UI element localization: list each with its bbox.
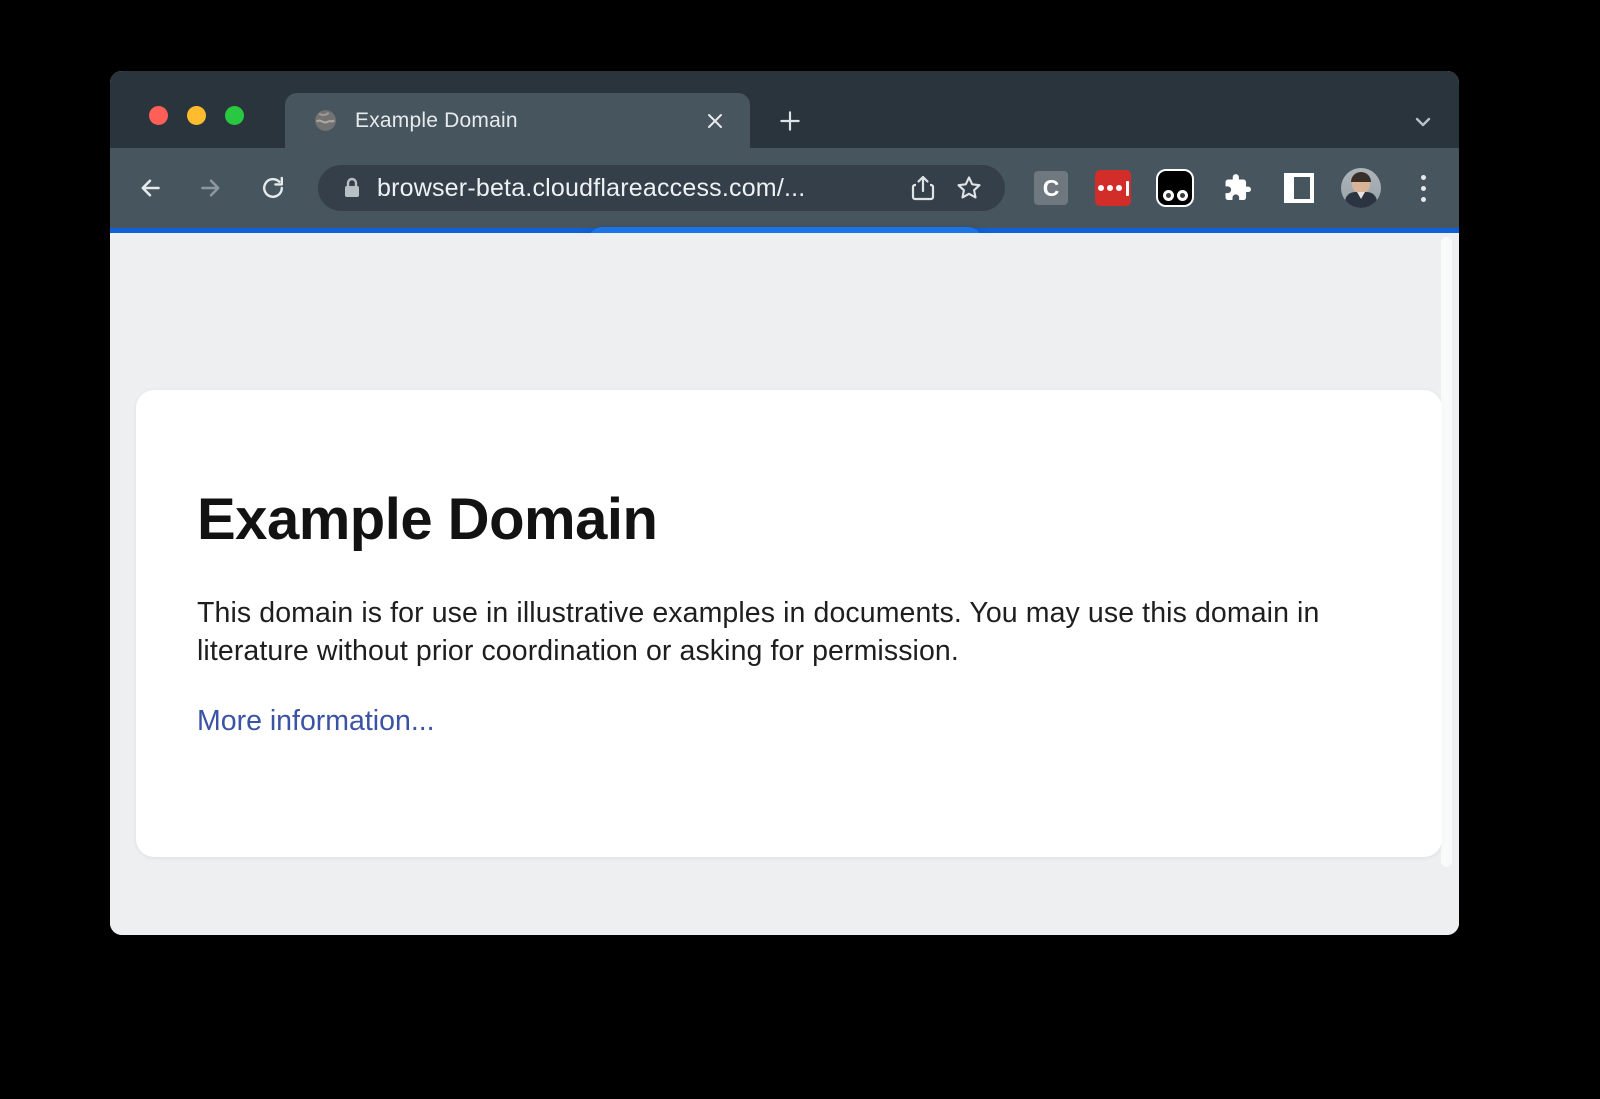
lastpass-extension-icon[interactable] [1093, 166, 1133, 210]
globe-favicon-icon [313, 108, 338, 133]
active-tab[interactable]: Example Domain [285, 93, 750, 148]
three-dot-menu-icon[interactable] [1403, 166, 1443, 210]
example-domain-card: Example Domain This domain is for use in… [136, 390, 1442, 857]
reload-button[interactable] [253, 168, 293, 208]
profile-avatar[interactable] [1341, 166, 1381, 210]
page-viewport: Example Domain This domain is for use in… [110, 233, 1459, 935]
browser-window: Example Domain [110, 71, 1459, 935]
zoom-window-button[interactable] [225, 106, 244, 125]
browser-toolbar: browser-beta.cloudflareaccess.com/... C [110, 148, 1459, 228]
tab-close-icon[interactable] [700, 106, 730, 136]
tab-strip: Example Domain [110, 71, 1459, 148]
page-paragraph: This domain is for use in illustrative e… [197, 594, 1347, 670]
side-panel-icon[interactable] [1279, 166, 1319, 210]
lock-icon[interactable] [342, 176, 362, 200]
desktop-background: Example Domain [0, 0, 1600, 1099]
back-button[interactable] [130, 168, 170, 208]
page-heading: Example Domain [197, 486, 1372, 553]
minimize-window-button[interactable] [187, 106, 206, 125]
address-bar[interactable]: browser-beta.cloudflareaccess.com/... [318, 165, 1005, 211]
glasses-extension-icon[interactable] [1155, 166, 1195, 210]
extension-c-icon[interactable]: C [1031, 166, 1071, 210]
url-text: browser-beta.cloudflareaccess.com/... [377, 174, 893, 203]
window-controls [149, 106, 244, 125]
bookmark-star-icon[interactable] [953, 172, 985, 204]
share-icon[interactable] [907, 172, 939, 204]
extensions-row: C [1031, 166, 1443, 210]
vertical-scrollbar[interactable] [1441, 237, 1452, 867]
tab-title: Example Domain [355, 109, 700, 133]
close-window-button[interactable] [149, 106, 168, 125]
forward-button[interactable] [191, 168, 231, 208]
chevron-down-icon[interactable] [1409, 108, 1437, 136]
more-information-link[interactable]: More information... [197, 705, 435, 738]
new-tab-button[interactable] [772, 103, 808, 139]
extensions-puzzle-icon[interactable] [1217, 166, 1257, 210]
